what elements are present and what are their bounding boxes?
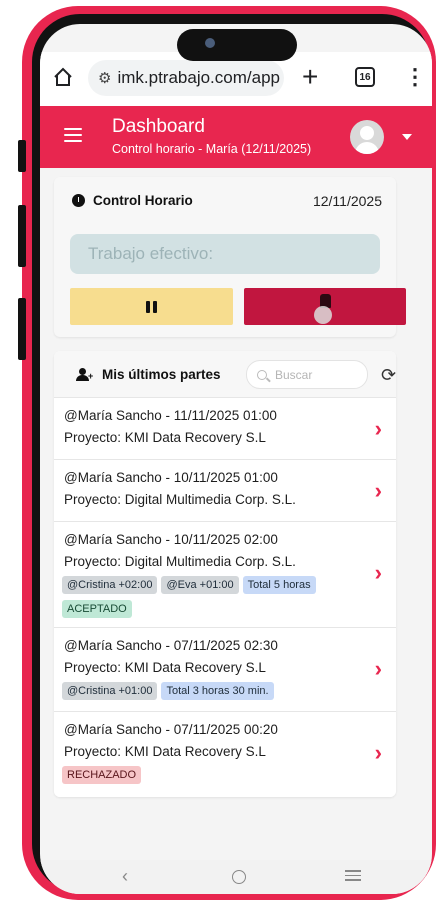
search-input[interactable]: Buscar	[246, 360, 368, 389]
status-badge: ACEPTADO	[62, 600, 132, 618]
parte-tags: @Cristina +02:00 @Eva +01:00 Total 5 hor…	[62, 576, 316, 594]
list-item[interactable]: @María Sancho - 10/11/2025 02:00 Proyect…	[54, 521, 396, 627]
mute-switch	[18, 140, 26, 172]
pause-icon	[146, 300, 157, 313]
parte-status: RECHAZADO	[62, 766, 142, 784]
control-date: 12/11/2025	[312, 193, 382, 209]
search-placeholder: Buscar	[275, 367, 313, 382]
home-icon[interactable]	[52, 66, 74, 88]
chevron-right-icon[interactable]: ›	[375, 418, 382, 440]
pause-button[interactable]	[70, 288, 233, 325]
site-settings-icon[interactable]: ⚙	[98, 69, 111, 87]
total-badge: Total 3 horas 30 min.	[161, 682, 274, 700]
parte-project: Proyecto: Digital Multimedia Corp. S.L.	[64, 492, 296, 507]
colaborador-badge: @Eva +01:00	[161, 576, 239, 594]
parte-tags: @Cristina +01:00 Total 3 horas 30 min.	[62, 682, 274, 700]
mis-partes-card: + Mis últimos partes Buscar ⟳ @María San…	[54, 351, 396, 797]
search-icon	[257, 369, 267, 380]
stop-button[interactable]	[244, 288, 406, 325]
parte-project: Proyecto: Digital Multimedia Corp. S.L.	[64, 554, 296, 569]
page-title: Dashboard	[112, 116, 205, 137]
parte-title: @María Sancho - 11/11/2025 01:00	[64, 408, 277, 423]
parte-status: ACEPTADO	[62, 600, 132, 618]
clock-icon	[72, 194, 85, 207]
trabajo-efectivo-field[interactable]: Trabajo efectivo:	[70, 234, 380, 274]
parte-title: @María Sancho - 10/11/2025 02:00	[64, 532, 278, 547]
list-item[interactable]: @María Sancho - 11/11/2025 01:00 Proyect…	[54, 397, 396, 459]
control-horario-card: Control Horario 12/11/2025 Trabajo efect…	[54, 177, 406, 337]
partes-heading: + Mis últimos partes	[76, 367, 221, 382]
parte-title: @María Sancho - 10/11/2025 01:00	[64, 470, 278, 485]
control-horario-heading: Control Horario	[72, 193, 193, 208]
address-bar[interactable]: ⚙ imk.ptrabajo.com/app	[88, 60, 284, 96]
phone-screen: ⚙ imk.ptrabajo.com/app + 16 ⋮ Dashboard …	[40, 24, 432, 894]
system-nav-bar: ‹	[40, 860, 432, 894]
browser-menu-icon[interactable]: ⋮	[404, 63, 426, 91]
app-header: Dashboard Control horario - María (12/11…	[40, 106, 432, 168]
tab-count: 16	[359, 71, 371, 83]
back-icon[interactable]: ‹	[122, 866, 128, 887]
status-badge: RECHAZADO	[62, 766, 142, 784]
chevron-right-icon[interactable]: ›	[375, 742, 382, 764]
list-item[interactable]: @María Sancho - 07/11/2025 02:30 Proyect…	[54, 627, 396, 711]
tab-switcher-button[interactable]: 16	[355, 67, 375, 87]
parte-project: Proyecto: KMI Data Recovery S.L	[64, 744, 266, 759]
avatar[interactable]	[350, 120, 384, 154]
list-item[interactable]: @María Sancho - 07/11/2025 00:20 Proyect…	[54, 711, 396, 797]
camera-icon	[205, 38, 215, 48]
list-item[interactable]: @María Sancho - 10/11/2025 01:00 Proyect…	[54, 459, 396, 521]
parte-title: @María Sancho - 07/11/2025 02:30	[64, 638, 278, 653]
partes-title: Mis últimos partes	[102, 367, 221, 382]
chevron-right-icon[interactable]: ›	[375, 480, 382, 502]
refresh-icon[interactable]: ⟳	[381, 366, 396, 384]
touch-indicator	[314, 306, 332, 324]
parte-title: @María Sancho - 07/11/2025 00:20	[64, 722, 278, 737]
control-horario-title: Control Horario	[93, 193, 193, 208]
parte-project: Proyecto: KMI Data Recovery S.L	[64, 430, 266, 445]
recents-icon[interactable]	[345, 870, 361, 884]
chevron-right-icon[interactable]: ›	[375, 562, 382, 584]
page-subtitle: Control horario - María (12/11/2025)	[112, 142, 312, 156]
home-circle-icon[interactable]	[232, 870, 246, 884]
volume-up-button	[18, 205, 26, 267]
chevron-right-icon[interactable]: ›	[375, 658, 382, 680]
total-badge: Total 5 horas	[242, 576, 316, 594]
chevron-down-icon[interactable]	[402, 134, 412, 140]
user-plus-icon: +	[76, 368, 94, 381]
hamburger-menu-icon[interactable]	[64, 128, 82, 142]
parte-project: Proyecto: KMI Data Recovery S.L	[64, 660, 266, 675]
colaborador-badge: @Cristina +01:00	[62, 682, 158, 700]
partes-header: + Mis últimos partes Buscar ⟳	[54, 351, 396, 397]
url-text: imk.ptrabajo.com/app	[117, 68, 280, 87]
camera-notch	[177, 29, 297, 61]
colaborador-badge: @Cristina +02:00	[62, 576, 158, 594]
volume-down-button	[18, 298, 26, 360]
new-tab-button[interactable]: +	[302, 62, 318, 92]
